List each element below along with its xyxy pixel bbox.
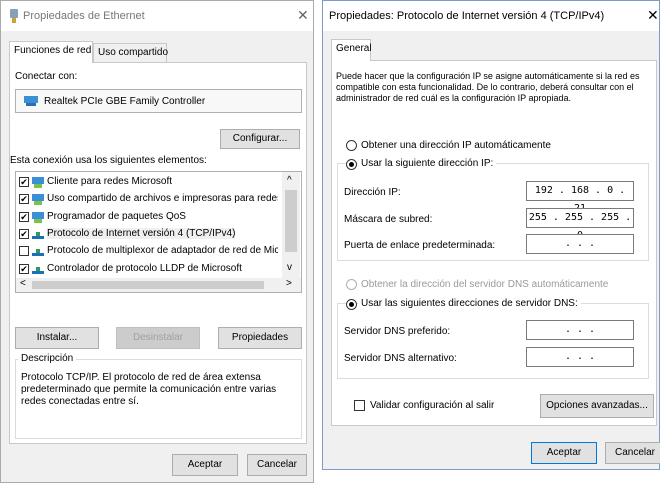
general-panel: Puede hacer que la configuración IP se a… (331, 60, 657, 426)
ip-address-label: Dirección IP: (344, 187, 401, 198)
preferred-dns-input[interactable]: . . . (526, 320, 634, 340)
auto-ip-radio[interactable] (346, 140, 357, 151)
list-item-label: Programador de paquetes QoS (47, 210, 186, 222)
ethernet-properties-dialog: Propiedades de Ethernet ✕ Funciones de r… (0, 0, 314, 483)
install-button[interactable]: Instalar... (15, 327, 99, 349)
list-item[interactable]: ✔ Protocolo de Internet versión 4 (TCP/IP… (16, 226, 278, 243)
ethernet-dialog-titlebar: Propiedades de Ethernet ✕ (1, 1, 313, 31)
network-qos-icon (32, 211, 44, 223)
protocol-icon (32, 231, 44, 239)
intro-text: Puede hacer que la configuración IP se a… (336, 71, 640, 103)
accept-button[interactable]: Aceptar (531, 442, 597, 464)
list-item[interactable]: ✔ Programador de paquetes QoS (16, 209, 278, 226)
accept-button[interactable]: Aceptar (172, 454, 238, 476)
cancel-button[interactable]: Cancelar (605, 442, 660, 464)
uninstall-button[interactable]: Desinstalar (116, 327, 200, 349)
gateway-label: Puerta de enlace predeterminada: (344, 240, 496, 251)
item-checkbox[interactable]: ✔ (19, 211, 29, 222)
description-title: Descripción (18, 353, 77, 364)
manual-ip-radio[interactable] (346, 159, 357, 170)
scroll-up-icon[interactable]: ^ (287, 175, 292, 186)
item-checkbox[interactable]: ✔ (19, 228, 29, 239)
close-icon[interactable]: ✕ (647, 7, 659, 24)
scroll-left-icon[interactable]: < (20, 278, 26, 289)
scroll-down-icon[interactable]: v (287, 262, 292, 273)
subnet-mask-input[interactable]: 255 . 255 . 255 . 0 (526, 208, 634, 241)
adapter-name: Realtek PCIe GBE Family Controller (44, 96, 206, 107)
ip-address-input[interactable]: 192 . 168 . 0 . 21 (526, 181, 634, 214)
close-icon[interactable]: ✕ (297, 7, 309, 24)
list-item[interactable]: Protocolo de multiplexor de adaptador de… (16, 243, 278, 260)
network-client-icon (32, 177, 44, 188)
item-checkbox[interactable]: ✔ (19, 194, 29, 205)
dns-group (337, 303, 649, 379)
advanced-options-button[interactable]: Opciones avanzadas... (540, 394, 654, 418)
auto-dns-label: Obtener la dirección del servidor DNS au… (361, 279, 609, 290)
network-functions-panel: Conectar con: Realtek PCIe GBE Family Co… (9, 62, 307, 444)
list-item-label: Uso compartido de archivos e impresoras … (47, 193, 278, 205)
preferred-dns-label: Servidor DNS preferido: (344, 326, 451, 337)
list-item-label: Controlador de protocolo LLDP de Microso… (47, 262, 242, 274)
list-item[interactable]: ✔ Cliente para redes Microsoft (16, 174, 278, 191)
properties-button[interactable]: Propiedades (218, 327, 302, 349)
connect-with-label: Conectar con: (15, 71, 78, 82)
ipv4-dialog-titlebar: Propiedades: Protocolo de Internet versi… (323, 1, 659, 31)
gateway-input[interactable]: . . . (526, 234, 634, 254)
scroll-right-icon[interactable]: > (286, 278, 292, 289)
item-checkbox[interactable] (19, 246, 29, 257)
auto-dns-radio[interactable] (346, 279, 357, 290)
protocol-icon (32, 249, 44, 257)
cancel-button[interactable]: Cancelar (247, 454, 307, 476)
manual-dns-radio[interactable] (346, 299, 357, 310)
elements-label: Esta conexión usa los siguientes element… (10, 155, 207, 166)
validate-label: Validar configuración al salir (370, 400, 495, 411)
horizontal-scrollbar-thumb[interactable] (32, 281, 264, 289)
ipv4-dialog-title: Propiedades: Protocolo de Internet versi… (329, 10, 605, 22)
alternate-dns-input[interactable]: . . . (526, 347, 634, 367)
description-group: Descripción Protocolo TCP/IP. El protoco… (15, 353, 302, 439)
ipv4-properties-dialog: Propiedades: Protocolo de Internet versi… (322, 0, 660, 470)
alternate-dns-label: Servidor DNS alternativo: (344, 353, 457, 364)
list-item-label: Protocolo de Internet versión 4 (TCP/IPv… (47, 227, 236, 239)
configure-button[interactable]: Configurar... (220, 129, 300, 149)
manual-dns-label: Usar las siguientes direcciones de servi… (358, 298, 581, 309)
elements-list: ✔ Cliente para redes Microsoft ✔ Uso compar… (15, 171, 302, 293)
network-share-icon (32, 194, 44, 206)
validate-checkbox[interactable] (354, 400, 365, 411)
item-checkbox[interactable]: ✔ (19, 263, 29, 274)
item-checkbox[interactable]: ✔ (19, 177, 29, 187)
vertical-scrollbar[interactable]: ^ v (282, 172, 300, 278)
description-text: Protocolo TCP/IP. El protocolo de red de… (21, 372, 277, 407)
list-item[interactable]: ✔ Controlador de protocolo LLDP de Micros… (16, 261, 278, 278)
tab-general[interactable]: General (331, 39, 372, 61)
list-item-label: Protocolo de multiplexor de adaptador de… (47, 245, 278, 257)
list-item-label: Cliente para redes Microsoft (47, 176, 173, 187)
adapter-field: Realtek PCIe GBE Family Controller (15, 89, 302, 113)
list-item[interactable]: ✔ Uso compartido de archivos e impresoras… (16, 191, 278, 208)
horizontal-scrollbar[interactable]: < > (16, 278, 301, 292)
network-adapter-icon (10, 9, 18, 23)
auto-ip-label: Obtener una dirección IP automáticamente (361, 140, 551, 151)
elements-list-items: ✔ Cliente para redes Microsoft ✔ Uso compar… (16, 174, 280, 278)
subnet-mask-label: Máscara de subred: (344, 214, 433, 225)
network-card-icon (24, 96, 38, 106)
tab-sharing[interactable]: Uso compartido (93, 43, 168, 63)
protocol-icon (32, 266, 44, 274)
ethernet-dialog-title: Propiedades de Ethernet (23, 10, 145, 22)
manual-ip-label: Usar la siguiente dirección IP: (358, 158, 497, 169)
tab-network-functions[interactable]: Funciones de red (9, 41, 93, 63)
scrollbar-thumb[interactable] (285, 190, 297, 252)
